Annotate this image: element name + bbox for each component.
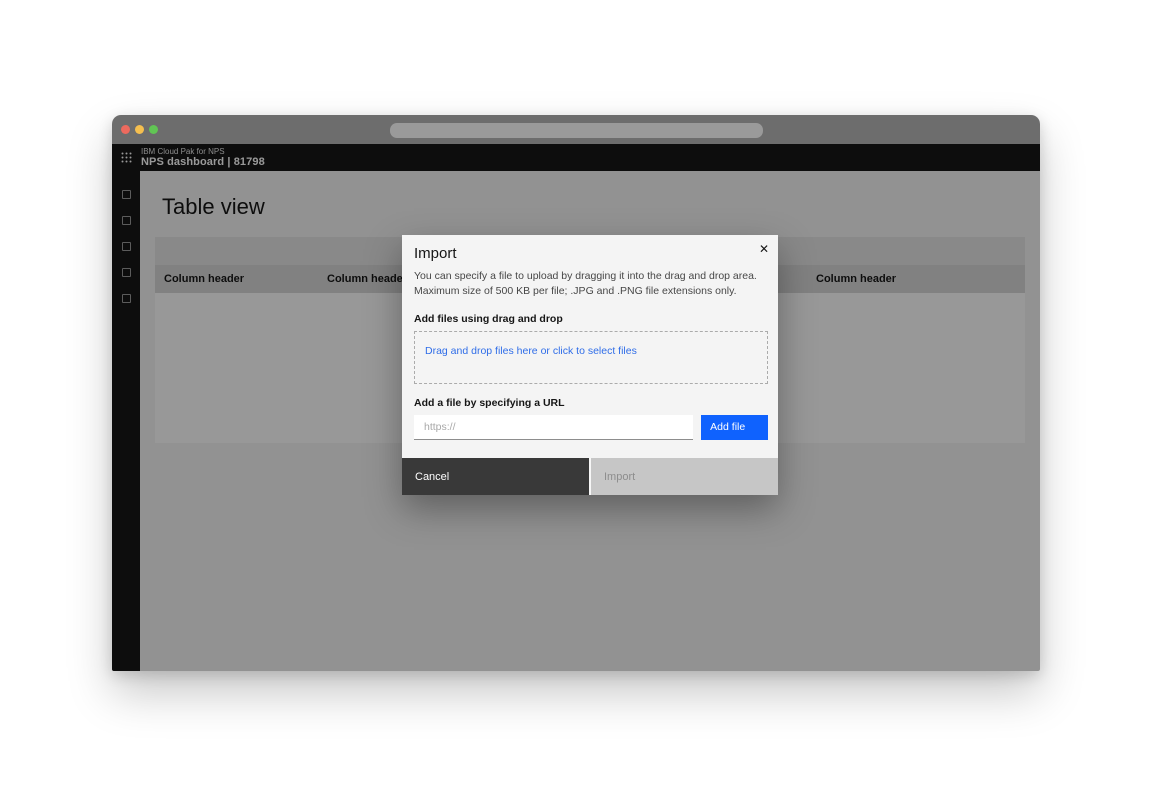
titlebar [112, 115, 1040, 144]
desktop-canvas: IBM Cloud Pak for NPS NPS dashboard | 81… [0, 0, 1152, 788]
window-controls [121, 125, 158, 134]
close-icon[interactable]: ✕ [754, 239, 774, 259]
modal-footer: Cancel Import [402, 458, 778, 495]
dragdrop-label: Add files using drag and drop [414, 313, 768, 325]
modal-content: Import ✕ You can specify a file to uploa… [402, 235, 778, 458]
zoom-window-button[interactable] [149, 125, 158, 134]
cancel-button[interactable]: Cancel [402, 458, 589, 495]
minimize-window-button[interactable] [135, 125, 144, 134]
file-dropzone[interactable]: Drag and drop files here or click to sel… [414, 331, 768, 384]
add-file-button[interactable]: Add file [701, 415, 768, 440]
url-label: Add a file by specifying a URL [414, 397, 768, 409]
import-button[interactable]: Import [591, 458, 778, 495]
modal-description: You can specify a file to upload by drag… [414, 269, 766, 300]
modal-title: Import [414, 245, 768, 262]
import-modal: Import ✕ You can specify a file to uploa… [402, 235, 778, 495]
browser-window: IBM Cloud Pak for NPS NPS dashboard | 81… [112, 115, 1040, 671]
close-window-button[interactable] [121, 125, 130, 134]
url-row: Add file [414, 415, 768, 440]
url-input[interactable] [414, 415, 693, 440]
dropzone-hint-link: Drag and drop files here or click to sel… [425, 345, 637, 357]
address-bar[interactable] [390, 123, 763, 138]
